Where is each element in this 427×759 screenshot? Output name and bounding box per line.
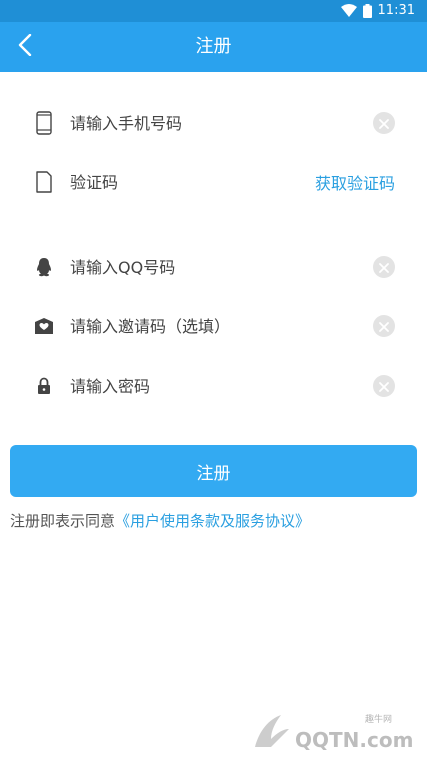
status-icons: 11:31	[340, 3, 415, 18]
document-icon	[32, 170, 56, 194]
chevron-left-icon	[18, 33, 32, 60]
close-icon	[379, 377, 389, 396]
password-row	[0, 357, 427, 415]
agreement-text: 注册即表示同意《用户使用条款及服务协议》	[10, 510, 310, 531]
battery-icon	[362, 3, 372, 18]
close-icon	[379, 317, 389, 336]
qq-input[interactable]	[70, 251, 360, 283]
watermark-brand-text: QQTN.com	[295, 728, 413, 752]
invite-heart-mail-icon	[32, 314, 56, 338]
agreement-prefix: 注册即表示同意	[10, 512, 116, 530]
terms-link[interactable]: 《用户使用条款及服务协议》	[115, 512, 310, 530]
qq-clear-button[interactable]	[373, 256, 395, 278]
phone-icon	[32, 111, 56, 135]
qqtn-watermark-logo: 趣牛网 QQTN.com	[255, 713, 413, 752]
phone-row	[0, 94, 427, 152]
qq-row	[0, 238, 427, 296]
phone-input[interactable]	[70, 107, 360, 139]
wifi-icon	[340, 4, 357, 17]
code-input[interactable]	[70, 166, 290, 198]
close-icon	[379, 258, 389, 277]
invite-clear-button[interactable]	[373, 315, 395, 337]
watermark-small-text: 趣牛网	[365, 713, 392, 725]
page-title: 注册	[195, 36, 232, 57]
password-input[interactable]	[70, 370, 360, 402]
invite-row	[0, 297, 427, 355]
back-button[interactable]	[8, 30, 42, 64]
code-row: 获取验证码	[0, 153, 427, 211]
password-clear-button[interactable]	[373, 375, 395, 397]
close-icon	[379, 114, 389, 133]
status-bar: 11:31	[0, 0, 427, 22]
invite-input[interactable]	[70, 310, 360, 342]
qq-penguin-icon	[32, 255, 56, 279]
phone-clear-button[interactable]	[373, 112, 395, 134]
lock-icon	[32, 374, 56, 398]
app-bar: 注册	[0, 22, 427, 72]
register-button[interactable]: 注册	[10, 445, 417, 497]
status-time: 11:31	[377, 3, 415, 18]
get-code-button[interactable]: 获取验证码	[315, 170, 395, 194]
